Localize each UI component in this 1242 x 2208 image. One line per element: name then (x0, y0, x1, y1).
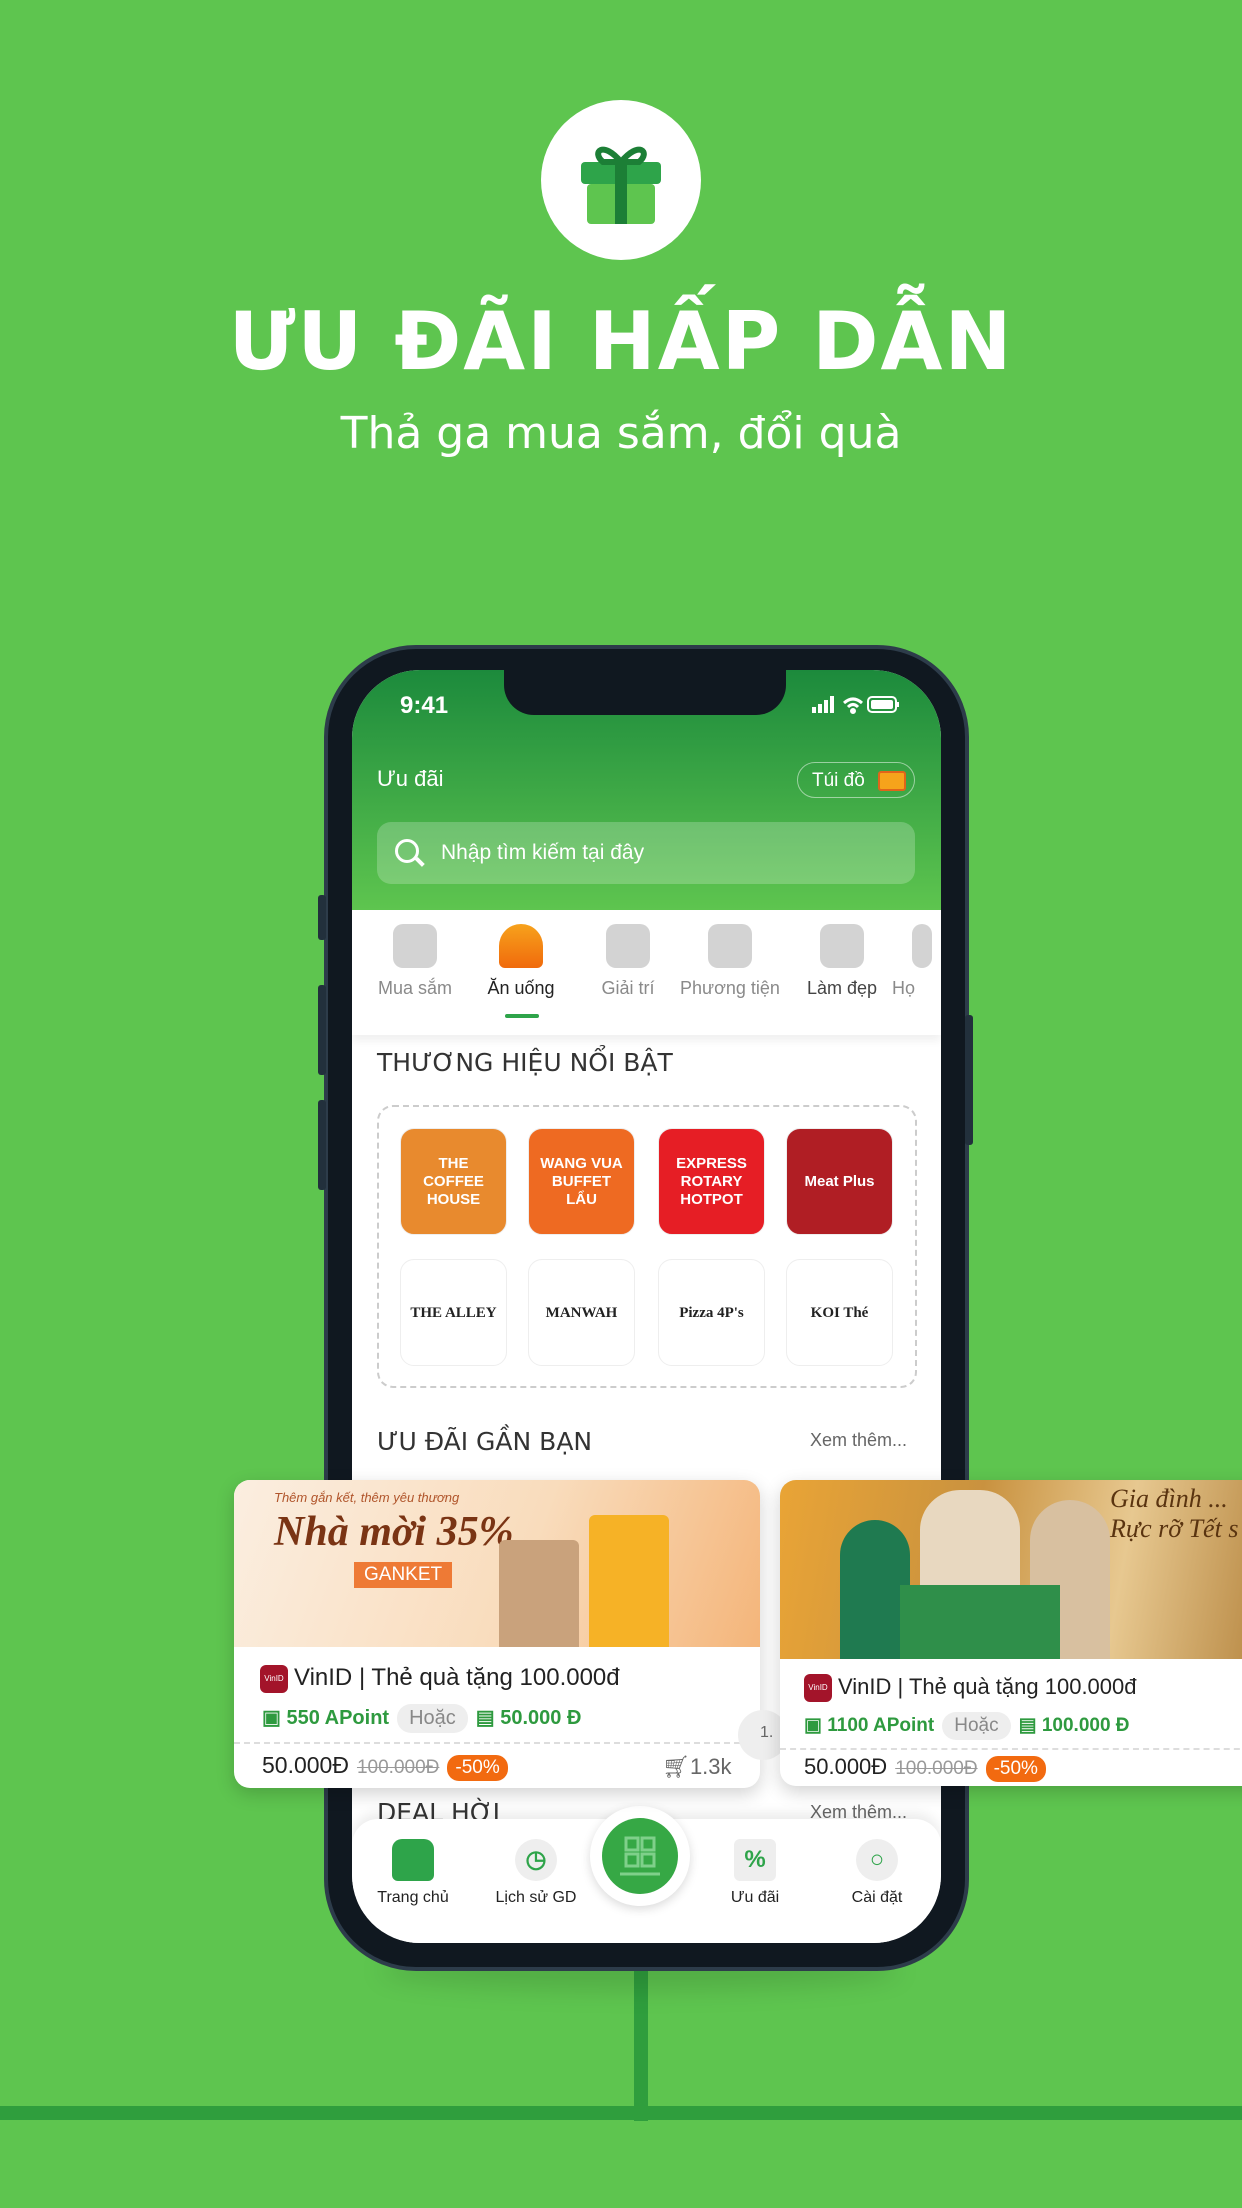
nav-home[interactable]: Trang chủ (358, 1829, 468, 1907)
phone-notch (504, 670, 786, 715)
discount-badge: -50% (985, 1756, 1046, 1782)
deal-banner-image: Gia đình ... Rực rỡ Tết s (780, 1480, 1242, 1659)
decor-line (634, 1971, 648, 2121)
tab-giai-tri[interactable]: Giải trí (573, 910, 683, 1000)
nav-offers[interactable]: % Ưu đãi (700, 1829, 810, 1907)
beauty-icon (820, 924, 864, 968)
phone-button (318, 1100, 326, 1190)
vinid-logo: VinID (260, 1664, 288, 1693)
deal-banner-image: Thêm gắn kết, thêm yêu thương Nhà mời 35… (234, 1480, 760, 1647)
percent-icon: % (734, 1839, 776, 1881)
search-placeholder: Nhập tìm kiếm tại đây (441, 841, 645, 864)
gift-icon (581, 146, 661, 224)
phone-button (318, 895, 326, 940)
gift-icon-badge (541, 100, 701, 260)
section-title-nearby: ƯU ĐÃI GẦN BẠN (377, 1427, 593, 1456)
gear-icon: ○ (856, 1839, 898, 1881)
tab-phuong-tien[interactable]: Phương tiện (680, 910, 780, 1000)
brand-logo[interactable]: Meat Plus (786, 1128, 893, 1235)
cart-icon: 🛒︎ (662, 1754, 690, 1779)
wifi-icon (843, 697, 863, 714)
food-cloche-icon (499, 924, 543, 968)
divider (780, 1748, 1242, 1750)
tab-an-uong[interactable]: Ăn uống (466, 910, 576, 1000)
tab-lam-dep[interactable]: Làm đẹp (787, 910, 897, 1000)
product-box-image (900, 1585, 1060, 1659)
apoint-icon: ▣ (262, 1707, 287, 1729)
treasure-chest-icon (878, 771, 906, 791)
apoint-icon: ▣ (804, 1715, 828, 1736)
bag-label: Túi đồ (812, 770, 865, 791)
nav-settings[interactable]: ○ Cài đặt (822, 1829, 932, 1907)
decor-line (0, 2106, 1242, 2120)
divider (234, 1742, 760, 1744)
brand-logo[interactable]: THE ALLEY (400, 1259, 507, 1366)
nav-history[interactable]: ◷ Lịch sử GD (481, 1829, 591, 1907)
tab-hoc[interactable]: Họ (892, 910, 941, 1000)
phone-button (965, 1015, 973, 1145)
category-tabs: Mua sắm Ăn uống Giải trí Phương tiện Làm… (352, 910, 941, 1035)
home-wallet-icon (392, 1839, 434, 1881)
status-icons (812, 696, 899, 714)
section-title-brands: THƯƠNG HIỆU NỔI BẬT (377, 1048, 673, 1077)
brand-logo[interactable]: EXPRESS ROTARY HOTPOT (658, 1128, 765, 1235)
search-input[interactable]: Nhập tìm kiếm tại đây (377, 822, 915, 884)
bag-button[interactable]: Túi đồ (797, 762, 915, 798)
hero-subtitle: Thả ga mua sắm, đổi quà (340, 408, 902, 459)
signal-icon (812, 696, 834, 713)
brand-logo[interactable]: WANG VUA BUFFET LẨU (528, 1128, 635, 1235)
discount-badge: -50% (447, 1755, 508, 1781)
basket-icon (393, 924, 437, 968)
search-icon (395, 839, 419, 863)
brand-logo[interactable]: THE COFFEE HOUSE (400, 1128, 507, 1235)
battery-icon (867, 696, 899, 713)
iced-coffee-image (499, 1540, 579, 1647)
brand-logo[interactable]: KOI Thé (786, 1259, 893, 1366)
cash-icon: ▤ (1018, 1715, 1042, 1736)
deal-card[interactable]: Thêm gắn kết, thêm yêu thương Nhà mời 35… (234, 1480, 760, 1788)
status-time: 9:41 (400, 692, 449, 719)
phone-button (318, 985, 326, 1075)
vinid-logo: VinID (804, 1674, 832, 1703)
gamepad-icon (606, 924, 650, 968)
hero-title: ƯU ĐÃI HẤP DẪN (228, 295, 1014, 388)
cash-icon: ▤ (475, 1707, 501, 1729)
active-tab-indicator (505, 1014, 539, 1018)
qr-scan-icon (602, 1818, 678, 1894)
clock-icon: ◷ (515, 1839, 557, 1881)
tab-mua-sam[interactable]: Mua sắm (360, 910, 470, 1000)
brand-logo[interactable]: MANWAH (528, 1259, 635, 1366)
see-more-nearby-link[interactable]: Xem thêm... (810, 1430, 907, 1451)
education-icon (912, 924, 932, 968)
deal-card[interactable]: Gia đình ... Rực rỡ Tết s VinID VinID | T… (780, 1480, 1242, 1786)
peach-tea-image (589, 1515, 669, 1647)
brand-logo[interactable]: Pizza 4P's (658, 1259, 765, 1366)
airplane-icon (708, 924, 752, 968)
page-title: Ưu đãi (377, 766, 444, 791)
